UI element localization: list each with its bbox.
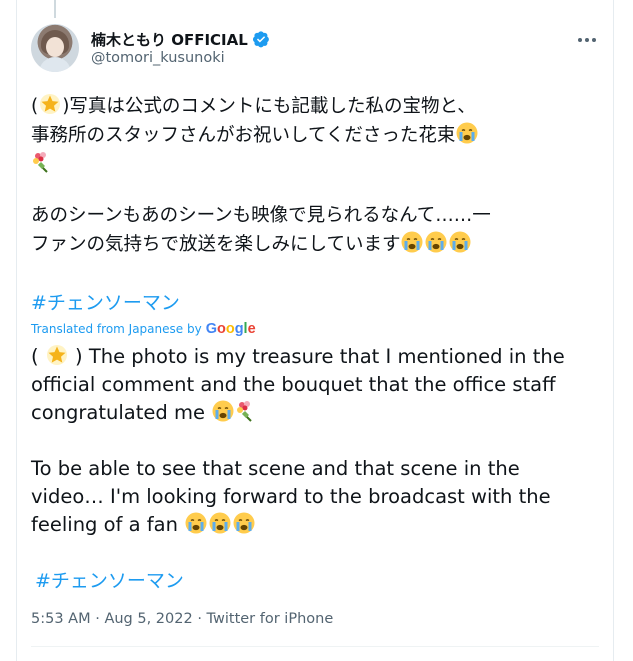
hashtag-link[interactable]: #チェンソーマン bbox=[31, 288, 180, 315]
name-row[interactable]: 楠木ともり OFFICIAL bbox=[91, 29, 270, 49]
crying-face-emoji bbox=[401, 231, 423, 253]
tweet-text-jp-paragraph-2: あのシーンもあのシーンも映像で見られるなんて……一 ファンの気持ちで放送を楽しみ… bbox=[31, 205, 491, 255]
bouquet-emoji bbox=[33, 152, 48, 173]
tweet-time[interactable]: 5:53 AM bbox=[31, 611, 91, 627]
display-name[interactable]: 楠木ともり OFFICIAL bbox=[91, 29, 248, 50]
glowing-star-emoji bbox=[40, 94, 61, 114]
translated-text-paragraph-1: ( ) The photo is my treasure that I ment… bbox=[31, 345, 565, 424]
user-handle[interactable]: @tomori_kusunoki bbox=[91, 50, 225, 66]
crying-face-emoji bbox=[212, 400, 234, 422]
translation-attribution[interactable]: Translated from Japanese by Google bbox=[31, 321, 256, 337]
translated-text-paragraph-2: To be able to see that scene and that sc… bbox=[31, 457, 551, 536]
crying-face-emoji bbox=[449, 231, 471, 253]
tweet-header: 楠木ともり OFFICIAL @tomori_kusunoki bbox=[31, 24, 599, 74]
divider bbox=[31, 646, 599, 647]
tweet-source[interactable]: Twitter for iPhone bbox=[207, 611, 334, 627]
timeline-border-right bbox=[613, 0, 614, 661]
tweet-date[interactable]: Aug 5, 2022 bbox=[104, 611, 192, 627]
tweet-text-jp-paragraph-1: ()写真は公式のコメントにも記載した私の宝物と、 事務所のスタッフさんがお祝いし… bbox=[31, 92, 597, 179]
crying-face-emoji bbox=[185, 512, 207, 534]
translation-label: Translated from Japanese by bbox=[31, 322, 202, 336]
crying-face-emoji bbox=[209, 512, 231, 534]
crying-face-emoji bbox=[456, 122, 478, 144]
hashtag-link-translated[interactable]: #チェンソーマン bbox=[35, 566, 184, 593]
crying-face-emoji bbox=[425, 231, 447, 253]
more-options-icon[interactable] bbox=[575, 30, 599, 50]
tweet-metadata: 5:53 AM · Aug 5, 2022 · Twitter for iPho… bbox=[31, 611, 334, 627]
verified-badge-icon bbox=[252, 31, 269, 48]
crying-face-emoji bbox=[233, 512, 255, 534]
thread-connector bbox=[54, 0, 56, 18]
glowing-star-emoji bbox=[46, 345, 67, 365]
bouquet-emoji bbox=[237, 401, 252, 422]
avatar[interactable] bbox=[31, 24, 79, 72]
google-logo: Google bbox=[205, 321, 256, 337]
tweet: 楠木ともり OFFICIAL @tomori_kusunoki ()写真は公式の… bbox=[17, 0, 613, 661]
